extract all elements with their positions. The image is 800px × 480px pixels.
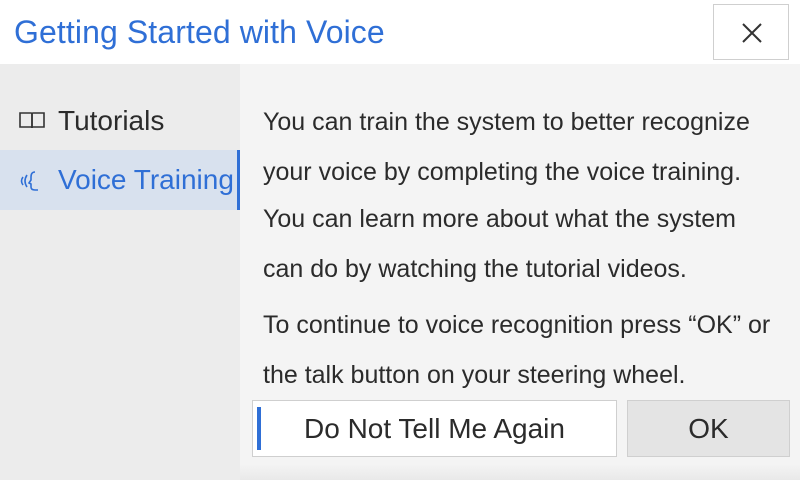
page-title: Getting Started with Voice [14, 14, 385, 50]
sidebar-item-label: Tutorials [58, 105, 165, 136]
do-not-tell-me-again-label: Do Not Tell Me Again [304, 413, 565, 444]
do-not-tell-me-again-button[interactable]: Do Not Tell Me Again [252, 400, 617, 457]
sidebar-item-tutorials[interactable]: Tutorials [0, 91, 240, 151]
button-accent-bar [257, 407, 261, 450]
book-icon [19, 112, 45, 129]
content-panel: You can train the system to better recog… [240, 64, 800, 480]
sidebar-item-label: Voice Training [58, 164, 234, 195]
header-bar: Getting Started with Voice [0, 0, 800, 64]
instruction-paragraph-tutorials: You can learn more about what the system… [263, 205, 736, 283]
close-icon [742, 23, 762, 43]
sidebar: Tutorials Voice Training [0, 64, 240, 480]
close-button[interactable] [713, 4, 789, 60]
instruction-paragraph-training: You can train the system to better recog… [263, 108, 750, 186]
ok-label: OK [688, 413, 729, 444]
voice-speaking-icon [20, 171, 38, 191]
instruction-paragraph-continue: To continue to voice recognition press “… [263, 311, 771, 389]
ok-button[interactable]: OK [627, 400, 790, 457]
bottom-shade [240, 464, 800, 480]
sidebar-item-voice-training[interactable]: Voice Training [0, 150, 240, 210]
